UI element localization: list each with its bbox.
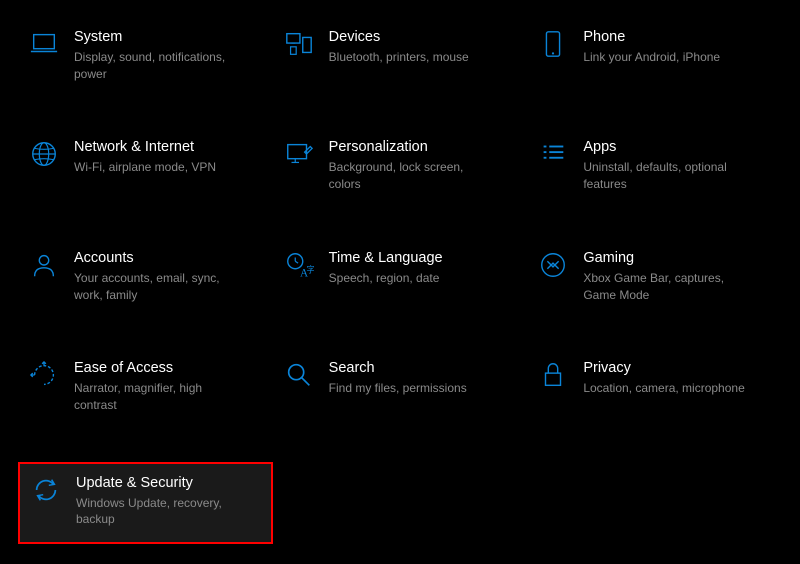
tile-text: Search Find my files, permissions — [329, 359, 467, 397]
devices-icon — [283, 28, 315, 60]
settings-tile-accounts[interactable]: Accounts Your accounts, email, sync, work… — [18, 241, 273, 311]
tile-text: Apps Uninstall, defaults, optional featur… — [583, 138, 753, 192]
settings-tile-ease[interactable]: Ease of Access Narrator, magnifier, high … — [18, 351, 273, 421]
laptop-icon — [28, 28, 60, 60]
settings-tile-network[interactable]: Network & Internet Wi-Fi, airplane mode, … — [18, 130, 273, 200]
tile-text: Network & Internet Wi-Fi, airplane mode, … — [74, 138, 216, 176]
tile-text: Gaming Xbox Game Bar, captures, Game Mode — [583, 249, 753, 303]
globe-icon — [28, 138, 60, 170]
update-icon — [30, 474, 62, 506]
tile-text: Update & Security Windows Update, recover… — [76, 474, 246, 528]
tile-subtitle: Xbox Game Bar, captures, Game Mode — [583, 270, 753, 304]
settings-tile-search[interactable]: Search Find my files, permissions — [273, 351, 528, 421]
tile-title: Personalization — [329, 138, 499, 157]
tile-title: Devices — [329, 28, 469, 47]
tile-subtitle: Speech, region, date — [329, 270, 443, 287]
tile-title: Ease of Access — [74, 359, 244, 378]
settings-tile-apps[interactable]: Apps Uninstall, defaults, optional featur… — [527, 130, 782, 200]
accounts-icon — [28, 249, 60, 281]
tile-title: Phone — [583, 28, 720, 47]
settings-tile-time[interactable]: Time & Language Speech, region, date — [273, 241, 528, 311]
settings-tile-phone[interactable]: Phone Link your Android, iPhone — [527, 20, 782, 90]
ease-access-icon — [28, 359, 60, 391]
tile-subtitle: Narrator, magnifier, high contrast — [74, 380, 244, 414]
tile-title: Search — [329, 359, 467, 378]
personalization-icon — [283, 138, 315, 170]
tile-text: Phone Link your Android, iPhone — [583, 28, 720, 66]
settings-tile-system[interactable]: System Display, sound, notifications, pow… — [18, 20, 273, 90]
tile-subtitle: Uninstall, defaults, optional features — [583, 159, 753, 193]
tile-title: Accounts — [74, 249, 244, 268]
tile-subtitle: Display, sound, notifications, power — [74, 49, 244, 83]
tile-title: Time & Language — [329, 249, 443, 268]
tile-subtitle: Windows Update, recovery, backup — [76, 495, 246, 529]
settings-tile-update[interactable]: Update & Security Windows Update, recover… — [18, 462, 273, 544]
gaming-icon — [537, 249, 569, 281]
tile-text: Personalization Background, lock screen, … — [329, 138, 499, 192]
tile-title: Network & Internet — [74, 138, 216, 157]
tile-text: Time & Language Speech, region, date — [329, 249, 443, 287]
lock-icon — [537, 359, 569, 391]
search-icon — [283, 359, 315, 391]
settings-tile-personalization[interactable]: Personalization Background, lock screen, … — [273, 130, 528, 200]
tile-subtitle: Your accounts, email, sync, work, family — [74, 270, 244, 304]
tile-subtitle: Link your Android, iPhone — [583, 49, 720, 66]
settings-tile-privacy[interactable]: Privacy Location, camera, microphone — [527, 351, 782, 421]
tile-text: Ease of Access Narrator, magnifier, high … — [74, 359, 244, 413]
tile-title: System — [74, 28, 244, 47]
tile-subtitle: Wi-Fi, airplane mode, VPN — [74, 159, 216, 176]
tile-text: Accounts Your accounts, email, sync, work… — [74, 249, 244, 303]
tile-text: Privacy Location, camera, microphone — [583, 359, 744, 397]
tile-title: Gaming — [583, 249, 753, 268]
phone-icon — [537, 28, 569, 60]
tile-title: Update & Security — [76, 474, 246, 493]
apps-icon — [537, 138, 569, 170]
tile-subtitle: Find my files, permissions — [329, 380, 467, 397]
tile-subtitle: Location, camera, microphone — [583, 380, 744, 397]
tile-subtitle: Background, lock screen, colors — [329, 159, 499, 193]
settings-tile-devices[interactable]: Devices Bluetooth, printers, mouse — [273, 20, 528, 90]
settings-tile-gaming[interactable]: Gaming Xbox Game Bar, captures, Game Mode — [527, 241, 782, 311]
tile-title: Privacy — [583, 359, 744, 378]
tile-text: Devices Bluetooth, printers, mouse — [329, 28, 469, 66]
tile-subtitle: Bluetooth, printers, mouse — [329, 49, 469, 66]
tile-text: System Display, sound, notifications, pow… — [74, 28, 244, 82]
tile-title: Apps — [583, 138, 753, 157]
time-language-icon — [283, 249, 315, 281]
